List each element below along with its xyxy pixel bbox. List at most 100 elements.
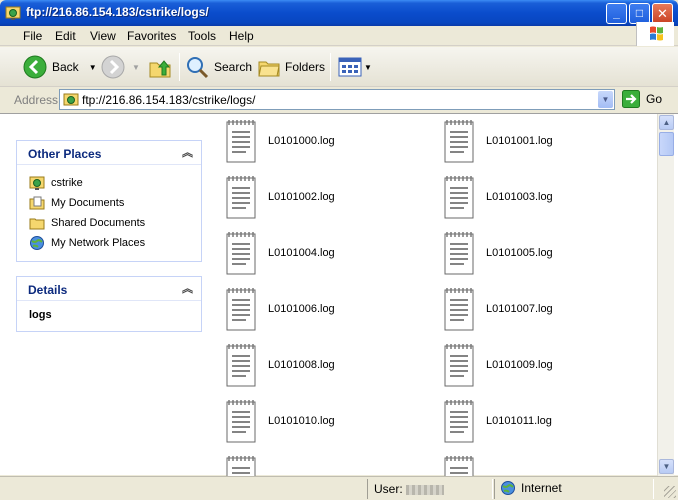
internet-globe-icon: [501, 481, 515, 495]
search-button[interactable]: Search: [184, 53, 252, 81]
menu-view[interactable]: View: [90, 29, 116, 43]
content-area: Other Places ︽ cstrike My Documents Shar…: [0, 113, 678, 476]
status-user: User:: [374, 482, 444, 496]
toolbar-separator: [179, 53, 180, 81]
toolbar-separator: [330, 53, 331, 81]
file-name: L0101003.log: [486, 191, 553, 203]
text-file-icon: [226, 400, 256, 443]
scroll-thumb[interactable]: [659, 132, 674, 156]
details-body: logs: [17, 301, 201, 329]
file-item[interactable]: L0101003.log: [442, 174, 553, 220]
file-item[interactable]: L0101009.log: [442, 342, 553, 388]
text-file-icon: [444, 120, 474, 163]
place-my-documents[interactable]: My Documents: [29, 193, 189, 213]
up-folder-icon: [149, 60, 171, 78]
collapse-chevron-icon[interactable]: ︽: [182, 280, 193, 296]
status-bar: User: Internet: [0, 476, 678, 500]
place-cstrike[interactable]: cstrike: [29, 173, 189, 193]
file-item[interactable]: L0101006.log: [224, 286, 335, 332]
file-item[interactable]: L0101011.log: [442, 398, 552, 444]
up-folder-button[interactable]: [148, 53, 172, 81]
file-item[interactable]: L0101004.log: [224, 230, 335, 276]
file-item[interactable]: L0101008.log: [224, 342, 335, 388]
text-file-icon: [444, 176, 474, 219]
go-label: Go: [646, 92, 663, 106]
file-name: L0101006.log: [268, 303, 335, 315]
file-item[interactable]: L0101007.log: [442, 286, 553, 332]
vertical-scrollbar[interactable]: ▲ ▼: [657, 114, 674, 476]
file-item-partial[interactable]: [224, 454, 258, 476]
text-file-icon: [226, 176, 256, 219]
file-item[interactable]: L0101002.log: [224, 174, 335, 220]
other-places-list: cstrike My Documents Shared Documents My…: [17, 165, 201, 261]
folders-label: Folders: [285, 60, 326, 74]
place-label: cstrike: [51, 177, 83, 189]
menu-edit[interactable]: Edit: [55, 29, 76, 43]
minimize-button[interactable]: _: [606, 3, 627, 24]
file-name: L0101005.log: [486, 247, 553, 259]
views-icon: [338, 57, 362, 77]
other-places-title: Other Places: [28, 147, 102, 161]
details-header[interactable]: Details ︽: [17, 277, 201, 301]
scroll-down-button[interactable]: ▼: [659, 459, 674, 474]
address-value: ftp://216.86.154.183/cstrike/logs/: [82, 93, 256, 107]
address-label: Address: [14, 93, 59, 107]
maximize-button[interactable]: □: [629, 3, 650, 24]
file-item[interactable]: L0101010.log: [224, 398, 335, 444]
forward-dropdown-icon: ▼: [132, 62, 140, 72]
forward-button[interactable]: ▼: [100, 53, 140, 81]
file-name: L0101008.log: [268, 359, 335, 371]
windows-logo: [636, 22, 674, 46]
title-bar: ftp://216.86.154.183/cstrike/logs/ _ □ ✕: [0, 0, 678, 26]
file-name: L0101011.log: [486, 415, 552, 427]
file-list: L0101000.log L0101001.log L0101002.log L010…: [214, 114, 656, 476]
text-file-icon: [226, 456, 256, 476]
address-dropdown-button[interactable]: ▼: [598, 91, 613, 108]
network-globe-icon: [30, 236, 44, 250]
file-item[interactable]: L0101001.log: [442, 118, 553, 164]
menu-favorites[interactable]: Favorites: [127, 29, 176, 43]
text-file-icon: [226, 120, 256, 163]
go-button[interactable]: Go: [622, 90, 662, 108]
status-user-label: User:: [374, 482, 403, 496]
scroll-up-button[interactable]: ▲: [659, 115, 674, 130]
menu-tools[interactable]: Tools: [188, 29, 216, 43]
close-button[interactable]: ✕: [652, 3, 673, 24]
file-name: L0101007.log: [486, 303, 553, 315]
file-name: L0101004.log: [268, 247, 335, 259]
resize-grip[interactable]: [664, 486, 676, 498]
menu-help[interactable]: Help: [229, 29, 254, 43]
collapse-chevron-icon[interactable]: ︽: [182, 144, 193, 160]
file-item-partial[interactable]: [442, 454, 476, 476]
text-file-icon: [444, 288, 474, 331]
place-label: Shared Documents: [51, 217, 146, 229]
windows-flag-icon: [650, 26, 663, 41]
back-dropdown-icon[interactable]: ▼: [89, 63, 97, 72]
address-input[interactable]: ftp://216.86.154.183/cstrike/logs/ ▼: [59, 89, 615, 110]
redacted-username: [405, 484, 444, 495]
file-name: L0101000.log: [268, 135, 335, 147]
ftp-folder-icon: [5, 6, 21, 20]
folders-button[interactable]: Folders: [257, 53, 325, 81]
place-shared-documents[interactable]: Shared Documents: [29, 213, 189, 233]
other-places-header[interactable]: Other Places ︽: [17, 141, 201, 165]
back-label: Back: [52, 60, 79, 74]
back-button[interactable]: Back ▼: [22, 53, 97, 81]
views-button[interactable]: ▼: [338, 53, 372, 81]
file-name: L0101002.log: [268, 191, 335, 203]
search-icon: [187, 57, 209, 79]
menu-file[interactable]: File: [23, 29, 42, 43]
details-title: Details: [28, 283, 68, 297]
file-name: L0101001.log: [486, 135, 553, 147]
go-arrow-icon: [622, 90, 640, 108]
window-title: ftp://216.86.154.183/cstrike/logs/: [26, 5, 209, 19]
views-dropdown-icon[interactable]: ▼: [364, 63, 372, 72]
place-label: My Network Places: [51, 237, 146, 249]
file-item[interactable]: L0101005.log: [442, 230, 553, 276]
text-file-icon: [226, 288, 256, 331]
folders-icon: [258, 61, 280, 77]
text-file-icon: [444, 344, 474, 387]
file-item[interactable]: L0101000.log: [224, 118, 335, 164]
my-documents-icon: [29, 196, 45, 210]
place-my-network-places[interactable]: My Network Places: [29, 233, 189, 253]
